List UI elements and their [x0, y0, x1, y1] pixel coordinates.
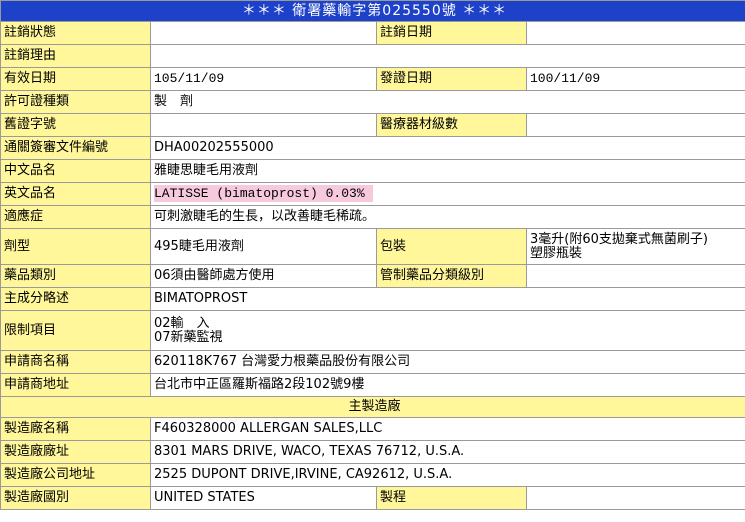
dosage-form-label: 劑型	[0, 228, 151, 265]
english-name-label: 英文品名	[0, 182, 151, 206]
valid-date-value: 105/11/09	[150, 67, 377, 91]
indication-label: 適應症	[0, 205, 151, 229]
packaging-value-line1: 3毫升(附60支拋棄式無菌刷子)	[530, 231, 708, 247]
cancel-date-label: 註銷日期	[376, 21, 527, 45]
english-name-cell: LATISSE (bimatoprost) 0.03%	[149, 182, 745, 206]
cancel-date-value	[525, 21, 745, 45]
customs-doc-no-label: 通關簽審文件編號	[0, 136, 151, 160]
cancel-status-value	[150, 21, 377, 45]
mfr-company-address-label: 製造廠公司地址	[0, 463, 151, 487]
valid-date-label: 有效日期	[0, 67, 151, 91]
cancel-status-label: 註銷狀態	[0, 21, 151, 45]
process-value	[525, 486, 745, 510]
applicant-address-label: 申請商地址	[0, 373, 151, 397]
packaging-value-line2: 塑膠瓶裝	[530, 245, 583, 261]
english-name-value: LATISSE (bimatoprost) 0.03%	[154, 185, 373, 202]
manufacturer-section-header: 主製造廠	[0, 396, 745, 418]
old-license-no-label: 舊證字號	[0, 113, 151, 137]
license-table: ＊＊＊ 衛署藥輸字第025550號 ＊＊＊ 註銷狀態 註銷日期 註銷理由 有效日…	[0, 0, 745, 510]
restrictions-label: 限制項目	[0, 310, 151, 351]
device-class-value	[525, 113, 745, 137]
chinese-name-label: 中文品名	[0, 159, 151, 183]
applicant-name-value: 620118K767 台灣愛力根藥品股份有限公司	[149, 350, 745, 374]
cancel-reason-label: 註銷理由	[0, 44, 151, 68]
mfr-company-address-value: 2525 DUPONT DRIVE,IRVINE, CA92612, U.S.A…	[149, 463, 745, 487]
controlled-class-value	[525, 264, 745, 288]
device-class-label: 醫療器材級數	[376, 113, 527, 137]
mfr-name-label: 製造廠名稱	[0, 417, 151, 441]
packaging-label: 包裝	[376, 228, 527, 265]
restrictions-cell: 02輸 入 07新藥監視	[149, 310, 745, 351]
applicant-name-label: 申請商名稱	[0, 350, 151, 374]
indication-value: 可刺激睫毛的生長，以改善睫毛稀疏。	[149, 205, 745, 229]
packaging-cell: 3毫升(附60支拋棄式無菌刷子) 塑膠瓶裝	[525, 228, 745, 265]
customs-doc-no-value: DHA00202555000	[149, 136, 745, 160]
ingredient-value: BIMATOPROST	[149, 287, 745, 311]
page-title: ＊＊＊ 衛署藥輸字第025550號 ＊＊＊	[0, 0, 745, 22]
controlled-class-label: 管制藥品分類級別	[376, 264, 527, 288]
dosage-form-value: 495睫毛用液劑	[150, 228, 377, 265]
old-license-no-value	[150, 113, 377, 137]
process-label: 製程	[376, 486, 527, 510]
restrictions-value-line1: 02輸 入	[154, 315, 210, 331]
drug-category-label: 藥品類別	[0, 264, 151, 288]
issue-date-value: 100/11/09	[525, 67, 745, 91]
mfr-name-value: F460328000 ALLERGAN SALES,LLC	[149, 417, 745, 441]
drug-category-value: 06須由醫師處方使用	[150, 264, 377, 288]
license-type-label: 許可證種類	[0, 90, 151, 114]
cancel-reason-value	[149, 44, 745, 68]
restrictions-value-line2: 07新藥監視	[154, 329, 223, 345]
chinese-name-value: 雅睫思睫毛用液劑	[149, 159, 745, 183]
license-type-value: 製 劑	[149, 90, 745, 114]
mfr-country-label: 製造廠國別	[0, 486, 151, 510]
ingredient-label: 主成分略述	[0, 287, 151, 311]
mfr-address-value: 8301 MARS DRIVE, WACO, TEXAS 76712, U.S.…	[149, 440, 745, 464]
mfr-country-value: UNITED STATES	[150, 486, 377, 510]
applicant-address-value: 台北市中正區羅斯福路2段102號9樓	[149, 373, 745, 397]
mfr-address-label: 製造廠廠址	[0, 440, 151, 464]
issue-date-label: 發證日期	[376, 67, 527, 91]
